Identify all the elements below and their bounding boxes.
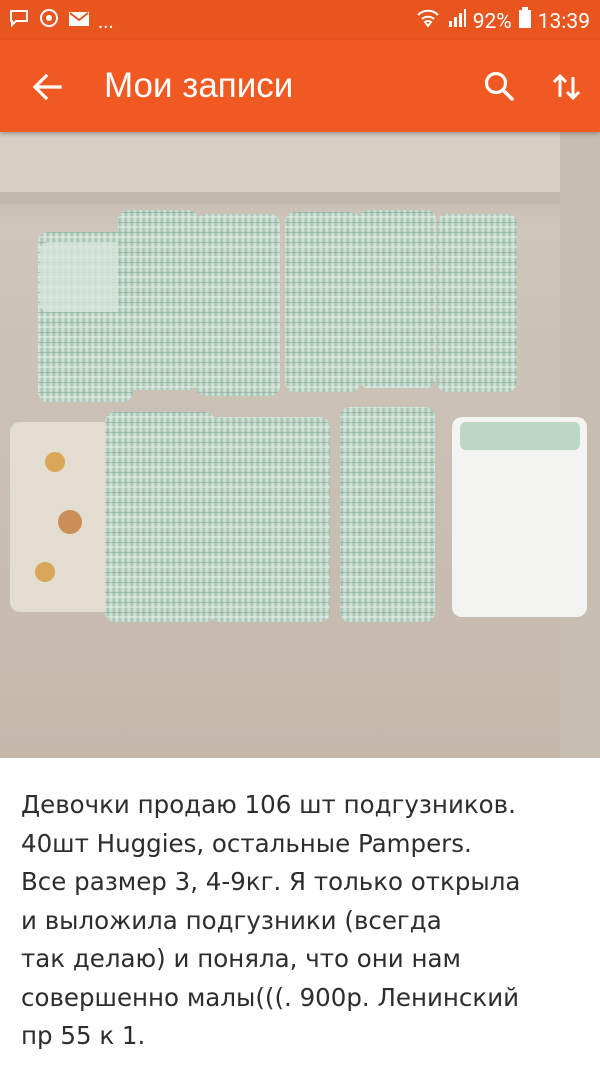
- diaper-pack: [285, 212, 360, 392]
- diaper-pack: [10, 422, 120, 612]
- status-bar: ... 92% 13:39: [0, 0, 600, 40]
- circle-notification-icon: [38, 7, 60, 35]
- app-bar: Мои записи: [0, 40, 600, 132]
- post-text-line: 40шт Huggies, остальные Pampers.: [21, 828, 472, 858]
- diaper-pack: [452, 417, 587, 617]
- battery-icon: [518, 7, 532, 36]
- sort-icon: [552, 73, 581, 101]
- wifi-icon: [415, 8, 441, 35]
- diaper-pack: [210, 417, 330, 622]
- diaper-pack: [105, 412, 215, 622]
- post-text-line: совершенно малы(((. 900р. Ленинский: [21, 982, 520, 1012]
- notification-icons: ...: [8, 7, 114, 35]
- system-status: 92% 13:39: [415, 7, 590, 36]
- diaper-pack: [196, 214, 280, 396]
- diaper-pack: [437, 214, 517, 392]
- diaper-pack: [340, 407, 435, 622]
- sort-button[interactable]: [546, 66, 588, 108]
- back-button[interactable]: [26, 66, 68, 108]
- post-text-line: и выложила подгузники (всегда: [21, 905, 442, 935]
- signal-icon: [447, 8, 467, 35]
- post-photo[interactable]: [0, 132, 600, 758]
- more-notifications-indicator: ...: [98, 9, 114, 33]
- battery-percent: 92%: [472, 9, 512, 34]
- post-text-line: Все размер 3, 4-9кг. Я только открыла: [21, 867, 521, 896]
- diaper-pack: [118, 210, 198, 390]
- search-button[interactable]: [478, 66, 520, 108]
- post-text-line: пр 55 к 1.: [21, 1021, 146, 1050]
- post-text: Девочки продаю 106 шт подгузников. 40шт …: [21, 786, 591, 1056]
- status-time: 13:39: [537, 9, 590, 34]
- diaper-pack: [358, 210, 436, 388]
- mail-icon: [68, 8, 90, 34]
- back-arrow-icon: [32, 73, 62, 101]
- post-text-line: так делаю) и поняла, что они нам: [21, 944, 462, 973]
- page-title: Мои записи: [104, 66, 294, 105]
- post-text-line: Девочки продаю 106 шт подгузников.: [21, 790, 516, 819]
- chat-bubble-icon: [8, 8, 30, 34]
- search-icon: [484, 71, 514, 101]
